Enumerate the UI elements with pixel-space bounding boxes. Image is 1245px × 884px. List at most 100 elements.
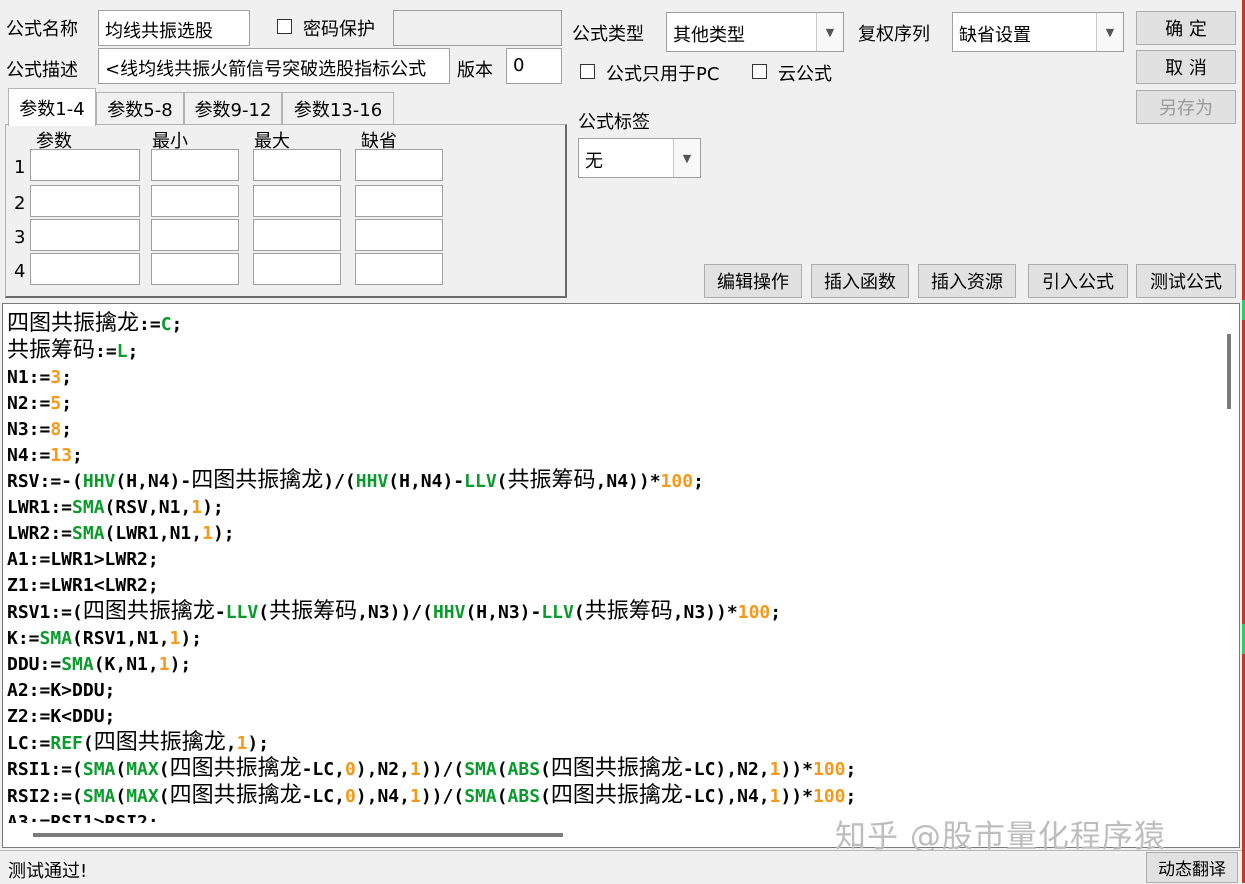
code-line[interactable]: Z1:=LWR1<LWR2; bbox=[7, 575, 159, 596]
formula-desc-input[interactable]: <线均线共振火箭信号突破选股指标公式 bbox=[98, 48, 450, 84]
param-default-3[interactable] bbox=[355, 219, 443, 251]
code-token: 四图共振擒龙 bbox=[550, 756, 683, 782]
code-line[interactable]: RSI1:=(SMA(MAX(四图共振擒龙-LC,0),N2,1))/(SMA(… bbox=[7, 756, 856, 782]
insert-function-button[interactable]: 插入函数 bbox=[811, 264, 909, 298]
code-line[interactable]: Z2:=K<DDU; bbox=[7, 706, 115, 727]
code-token: LLV bbox=[464, 471, 497, 493]
param-name-4[interactable] bbox=[30, 253, 140, 285]
test-formula-button[interactable]: 测试公式 bbox=[1136, 264, 1236, 298]
code-token: LWR2:= bbox=[7, 523, 73, 545]
chevron-down-icon[interactable]: ▼ bbox=[673, 139, 700, 177]
param-name-1[interactable] bbox=[30, 149, 140, 181]
code-token: ); bbox=[247, 732, 270, 754]
code-line[interactable]: N3:=8; bbox=[7, 419, 72, 440]
param-min-1[interactable] bbox=[151, 149, 239, 181]
code-token: 四图共振擒龙 bbox=[191, 468, 324, 494]
param-min-3[interactable] bbox=[151, 219, 239, 251]
param-min-2[interactable] bbox=[151, 185, 239, 217]
code-token: RSV:=-( bbox=[7, 471, 83, 493]
code-token: (K,N1, bbox=[93, 653, 159, 675]
code-line[interactable]: A2:=K>DDU; bbox=[7, 680, 115, 701]
code-line[interactable]: LWR2:=SMA(LWR1,N1,1); bbox=[7, 523, 235, 544]
code-token: A1:=LWR1>LWR2; bbox=[7, 549, 159, 571]
formula-type-select[interactable]: 其他类型 ▼ bbox=[666, 12, 844, 52]
rights-series-select[interactable]: 缺省设置 ▼ bbox=[952, 12, 1124, 52]
code-token: N2:= bbox=[7, 392, 51, 414]
save-as-button[interactable]: 另存为 bbox=[1136, 90, 1236, 124]
code-token: ))* bbox=[780, 759, 813, 781]
tab-params-1-4[interactable]: 参数1-4 bbox=[8, 88, 96, 126]
code-token: 100 bbox=[812, 786, 846, 808]
formula-tag-select[interactable]: 无 ▼ bbox=[578, 138, 701, 178]
edit-ops-button[interactable]: 编辑操作 bbox=[704, 264, 802, 298]
cloud-formula-checkbox[interactable] bbox=[752, 64, 767, 79]
param-name-2[interactable] bbox=[30, 185, 140, 217]
ok-button[interactable]: 确 定 bbox=[1136, 11, 1236, 45]
code-token: ( bbox=[496, 759, 508, 781]
code-line[interactable]: N2:=5; bbox=[7, 393, 72, 414]
param-min-4[interactable] bbox=[151, 253, 239, 285]
formula-code[interactable]: 四图共振擒龙:=C; 共振筹码:=L; N1:=3; N2:=5; N3:=8;… bbox=[7, 311, 856, 836]
tab-params-9-12[interactable]: 参数9-12 bbox=[184, 92, 282, 124]
chevron-down-icon[interactable]: ▼ bbox=[1096, 13, 1123, 51]
param-default-1[interactable] bbox=[355, 149, 443, 181]
insert-resource-button[interactable]: 插入资源 bbox=[918, 264, 1016, 298]
code-token: 四图共振擒龙 bbox=[169, 783, 302, 809]
code-line[interactable]: N4:=13; bbox=[7, 445, 83, 466]
code-line[interactable]: RSI2:=(SMA(MAX(四图共振擒龙-LC,0),N4,1))/(SMA(… bbox=[7, 783, 856, 809]
vertical-scroll-thumb[interactable] bbox=[1227, 334, 1231, 409]
horizontal-scroll-thumb[interactable] bbox=[33, 833, 563, 837]
version-label: 版本 bbox=[457, 60, 493, 81]
code-token: SMA bbox=[82, 759, 116, 781]
code-line[interactable]: 共振筹码:=L; bbox=[7, 337, 138, 363]
param-default-4[interactable] bbox=[355, 253, 443, 285]
code-token: ( bbox=[158, 786, 170, 808]
code-token: LLV bbox=[225, 601, 259, 623]
param-max-2[interactable] bbox=[253, 185, 341, 217]
code-line[interactable]: RSV:=-(HHV(H,N4)-四图共振擒龙)/(HHV(H,N4)-LLV(… bbox=[7, 468, 704, 494]
code-token: 四图共振擒龙 bbox=[169, 756, 302, 782]
version-input[interactable]: 0 bbox=[506, 48, 562, 84]
tab-params-5-8[interactable]: 参数5-8 bbox=[96, 92, 184, 124]
chevron-down-icon[interactable]: ▼ bbox=[816, 13, 843, 51]
code-token: ))* bbox=[780, 786, 813, 808]
code-token: 1 bbox=[202, 523, 213, 545]
code-line[interactable]: A1:=LWR1>LWR2; bbox=[7, 549, 159, 570]
code-token: 1 bbox=[191, 497, 203, 519]
code-line[interactable]: 四图共振擒龙:=C; bbox=[7, 311, 183, 336]
cancel-button[interactable]: 取 消 bbox=[1136, 50, 1236, 84]
code-token: ; bbox=[171, 314, 183, 335]
param-name-3[interactable] bbox=[30, 219, 140, 251]
code-token: ); bbox=[169, 653, 192, 675]
password-input[interactable] bbox=[393, 10, 562, 46]
formula-name-input[interactable]: 均线共振选股 bbox=[98, 10, 250, 46]
code-line[interactable]: RSV1:=(四图共振擒龙-LLV(共振筹码,N3))/(HHV(H,N3)-L… bbox=[7, 598, 781, 624]
code-token: 四图共振擒龙 bbox=[7, 311, 140, 336]
code-editor[interactable]: 四图共振擒龙:=C; 共振筹码:=L; N1:=3; N2:=5; N3:=8;… bbox=[2, 303, 1240, 848]
dynamic-translate-button[interactable]: 动态翻译 bbox=[1146, 852, 1238, 883]
code-line[interactable]: DDU:=SMA(K,N1,1); bbox=[7, 654, 191, 675]
password-protect-checkbox[interactable] bbox=[277, 19, 292, 34]
tab-params-13-16[interactable]: 参数13-16 bbox=[282, 92, 394, 124]
code-line[interactable]: N1:=3; bbox=[7, 367, 72, 388]
row-label-4: 4 bbox=[14, 261, 26, 282]
pc-only-checkbox[interactable] bbox=[580, 64, 595, 79]
code-token: HHV bbox=[355, 471, 389, 493]
param-max-1[interactable] bbox=[253, 149, 341, 181]
code-token: 共振筹码 bbox=[7, 337, 96, 363]
code-line[interactable]: LC:=REF(四图共振擒龙,1); bbox=[7, 730, 270, 755]
code-token: ABS bbox=[507, 759, 541, 781]
code-line[interactable]: K:=SMA(RSV1,N1,1); bbox=[7, 628, 202, 649]
code-line[interactable]: LWR1:=SMA(RSV,N1,1); bbox=[7, 497, 224, 518]
code-token: ; bbox=[61, 392, 73, 414]
formula-type-value: 其他类型 bbox=[673, 25, 745, 46]
code-token: 共振筹码 bbox=[269, 598, 358, 624]
param-max-3[interactable] bbox=[253, 219, 341, 251]
vertical-scrollbar[interactable] bbox=[1219, 304, 1239, 824]
param-default-2[interactable] bbox=[355, 185, 443, 217]
code-token: 共振筹码 bbox=[507, 468, 596, 494]
code-token: 8 bbox=[50, 418, 62, 440]
param-max-4[interactable] bbox=[253, 253, 341, 285]
import-formula-button[interactable]: 引入公式 bbox=[1028, 264, 1128, 298]
formula-desc-label: 公式描述 bbox=[6, 60, 78, 81]
